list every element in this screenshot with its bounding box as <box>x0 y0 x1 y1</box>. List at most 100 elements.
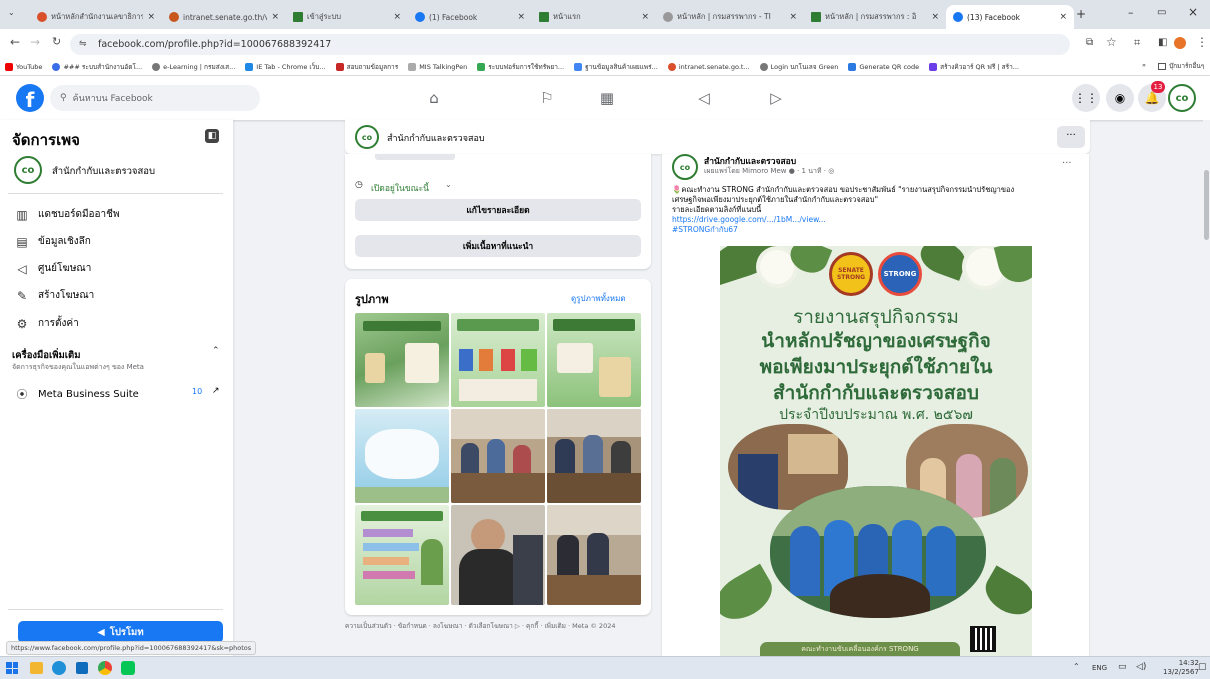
cast-icon[interactable]: ⧉ <box>1086 37 1093 48</box>
edge-icon[interactable] <box>52 661 66 675</box>
browser-tab[interactable]: หน้าหลัก | กรมสรรพากร : อิ × <box>804 5 946 29</box>
facebook-logo[interactable]: f <box>16 84 44 112</box>
megaphone-icon[interactable]: ◁ <box>692 86 716 110</box>
clock[interactable]: 14:32 13/2/2567 <box>1163 659 1199 677</box>
sidebar-item-insights[interactable]: ▤ ข้อมูลเชิงลึก <box>14 234 91 249</box>
close-icon[interactable]: × <box>147 12 155 22</box>
star-icon[interactable]: ☆ <box>1106 35 1117 49</box>
file-explorer-icon[interactable] <box>30 662 43 674</box>
photo-thumbnail[interactable] <box>355 505 449 605</box>
close-icon[interactable]: × <box>393 12 401 22</box>
other-bookmarks[interactable]: บุ๊กมาร์กอื่นๆ <box>1158 61 1204 71</box>
bookmark-item[interactable]: e-Learning | กรมส่งเส... <box>147 62 240 72</box>
bookmark-item[interactable]: ฐานข้อมูลสินค้าเผยแพร่... <box>569 62 663 72</box>
bookmark-item[interactable]: intranet.senate.go.t... <box>663 63 755 71</box>
browser-tab[interactable]: intranet.senate.go.th/view× <box>162 5 286 29</box>
post-hashtag[interactable]: #STRONGกำกับ67 <box>672 225 1082 235</box>
page-avatar[interactable]: co <box>14 156 42 184</box>
sidebar-item-settings[interactable]: ⚙ การตั้งค่า <box>14 316 79 331</box>
photo-thumbnail[interactable] <box>547 409 641 503</box>
photo-thumbnail[interactable] <box>355 409 449 503</box>
post-link[interactable]: https://drive.google.com/.../1bM.../view… <box>672 215 1082 225</box>
extensions-icon[interactable]: ⌗ <box>1134 36 1140 50</box>
sidebar-item-create-ad[interactable]: ✎ สร้างโฆษณา <box>14 288 94 303</box>
bookmark-item[interactable]: MIS TalkingPen <box>403 63 472 71</box>
close-icon[interactable]: × <box>517 12 525 22</box>
apps-menu-icon[interactable]: ⋮⋮ <box>1072 84 1100 112</box>
browser-tab[interactable]: (1) Facebook × <box>408 5 532 29</box>
store-icon[interactable] <box>76 662 88 674</box>
photo-thumbnail[interactable] <box>451 313 545 407</box>
video-icon[interactable]: ▷ <box>764 86 788 110</box>
chevron-up-icon[interactable]: ⌃ <box>212 346 220 356</box>
browser-tab[interactable]: เข้าสู่ระบบ × <box>286 5 408 29</box>
more-bookmarks-icon[interactable]: » <box>1142 61 1146 69</box>
post-options-icon[interactable]: ··· <box>1062 158 1072 169</box>
edit-details-button[interactable]: แก้ไขรายละเอียด <box>355 199 641 221</box>
sidebar-page-name[interactable]: สำนักกำกับและตรวจสอบ <box>52 164 155 179</box>
more-options-button[interactable]: ··· <box>1057 126 1085 148</box>
menu-icon[interactable]: ⋮ <box>1196 35 1208 49</box>
windows-start-icon[interactable] <box>6 662 18 674</box>
sidebar-item-dashboard[interactable]: ▥ แดชบอร์ดมืออาชีพ <box>14 207 119 222</box>
close-icon[interactable]: × <box>931 12 939 22</box>
bookmark-item[interactable]: ระบบฟอร์มการใช้ทรัพยา... <box>472 62 569 72</box>
photo-thumbnail[interactable] <box>451 505 545 605</box>
search-input[interactable]: ⚲ ค้นหาบน Facebook <box>50 85 260 111</box>
home-icon[interactable]: ⌂ <box>422 86 446 110</box>
sidebar-item-ad-center[interactable]: ◁ ศูนย์โฆษณา <box>14 261 91 276</box>
close-icon[interactable]: × <box>789 12 797 22</box>
photo-thumbnail[interactable] <box>547 505 641 605</box>
line-icon[interactable] <box>121 661 135 675</box>
restore-icon[interactable]: ▭ <box>1157 7 1166 18</box>
minimize-icon[interactable]: – <box>1128 6 1134 19</box>
close-icon[interactable]: × <box>641 12 649 22</box>
site-info-icon[interactable]: ⇋ <box>79 34 87 55</box>
post-author-avatar[interactable]: co <box>672 154 698 180</box>
chevron-up-icon[interactable]: ⌃ <box>1073 662 1080 671</box>
reload-icon[interactable]: ↻ <box>52 35 61 48</box>
open-status[interactable]: เปิดอยู่ในขณะนี้ <box>371 181 429 195</box>
bookmark-item[interactable]: สอบถามข้อมูลการ <box>331 62 404 72</box>
page-avatar[interactable]: co <box>355 125 379 149</box>
browser-tab[interactable]: หน้าหลัก | กรมสรรพากร - TI × <box>656 5 804 29</box>
photo-thumbnail[interactable] <box>355 313 449 407</box>
bookmark-item[interactable]: Generate QR code <box>843 63 924 71</box>
close-icon[interactable]: × <box>271 12 279 22</box>
profile-avatar[interactable] <box>1174 37 1186 49</box>
forward-icon[interactable]: → <box>30 35 40 49</box>
page-bar-name[interactable]: สำนักกำกับและตรวจสอบ <box>387 131 485 145</box>
notification-center-icon[interactable]: ▢ <box>1198 662 1207 672</box>
bookmark-item[interactable]: YouTube <box>0 63 47 71</box>
language-indicator[interactable]: ENG <box>1092 664 1107 672</box>
scrollbar-thumb[interactable] <box>1204 170 1209 240</box>
new-tab-icon[interactable]: + <box>1076 7 1086 21</box>
footer-links[interactable]: ความเป็นส่วนตัว · ข้อกำหนด · ลงโฆษณา · ต… <box>345 622 651 631</box>
insights-icon[interactable]: ▦ <box>595 86 619 110</box>
profile-avatar[interactable]: co <box>1168 84 1196 112</box>
tab-search-icon[interactable]: ⌄ <box>8 8 15 17</box>
close-icon[interactable]: × <box>1059 12 1067 22</box>
add-featured-button[interactable]: เพิ่มเนื้อหาที่แนะนำ <box>355 235 641 257</box>
back-icon[interactable]: ← <box>10 35 20 49</box>
flag-icon[interactable]: ⚐ <box>535 86 559 110</box>
url-input[interactable]: ⇋ facebook.com/profile.php?id=10006768839… <box>70 34 1070 55</box>
browser-tab-active[interactable]: (13) Facebook × <box>946 5 1074 29</box>
promote-button[interactable]: ◀ โปรโมท <box>18 621 223 643</box>
bookmark-item[interactable]: ### ระบบสำนักงานอัตโ... <box>47 62 147 72</box>
browser-tab[interactable]: หน้าแรก × <box>532 5 656 29</box>
chrome-icon[interactable] <box>98 661 112 675</box>
photo-thumbnail[interactable] <box>451 409 545 503</box>
chevron-down-icon[interactable]: ⌄ <box>445 180 452 189</box>
network-icon[interactable]: ▭ <box>1118 662 1127 672</box>
page-scrollbar[interactable] <box>1203 120 1210 656</box>
external-link-icon[interactable]: ↗ <box>212 386 220 396</box>
window-close-icon[interactable]: × <box>1188 5 1198 19</box>
post-image[interactable]: SENATE STRONG STRONG รายงานสรุปกิจกรรม นำ… <box>720 246 1032 656</box>
bookmark-item[interactable]: IE Tab - Chrome เว็บ... <box>240 62 330 72</box>
browser-tab[interactable]: หน้าหลักสำนักงานเลขาธิการ × <box>30 5 162 29</box>
messenger-icon[interactable]: ◉ <box>1106 84 1134 112</box>
collapse-sidebar-icon[interactable]: ◧ <box>205 129 219 143</box>
sidepanel-icon[interactable]: ◧ <box>1158 37 1167 48</box>
bookmark-item[interactable]: Login นกโนเลจ Green <box>755 62 844 72</box>
